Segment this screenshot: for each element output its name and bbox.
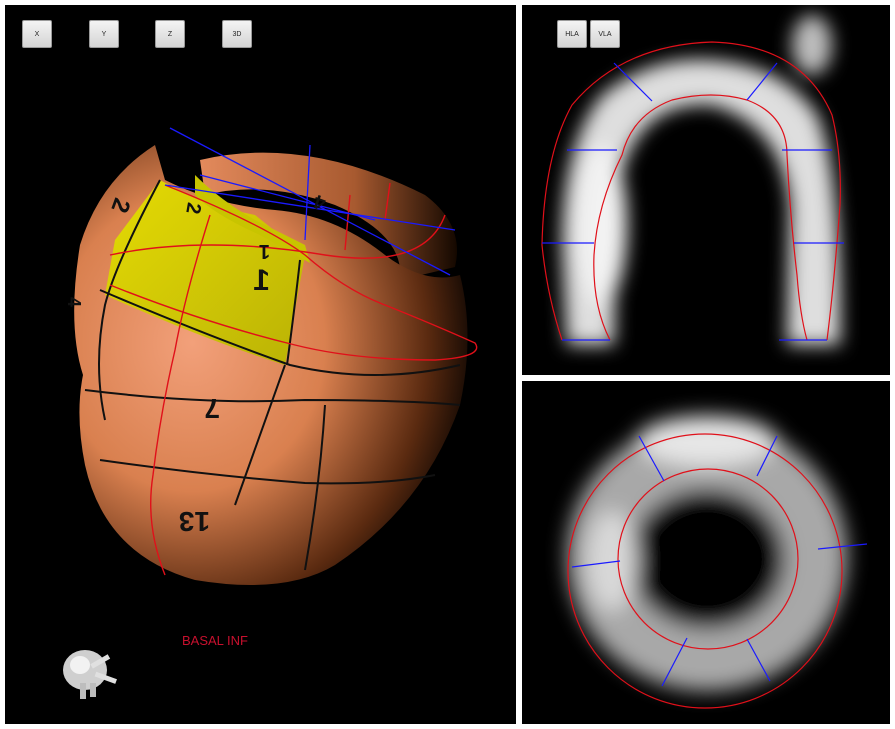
segment-number: 13 — [179, 506, 210, 537]
short-axis-slice-viewport[interactable] — [522, 381, 890, 724]
view-y-button[interactable]: Y — [89, 20, 119, 48]
view-x-button[interactable]: X — [22, 20, 52, 48]
long-axis-slice-viewport[interactable]: HLA VLA — [522, 5, 890, 375]
segment-number: 4 — [64, 297, 84, 307]
hla-button[interactable]: HLA — [557, 20, 587, 48]
3d-heart-model[interactable]: 1 2 2 4 4 1 7 13 — [5, 5, 516, 724]
segment-number: 1 — [253, 264, 270, 297]
vla-button[interactable]: VLA — [590, 20, 620, 48]
orientation-figure-icon — [63, 650, 117, 699]
segment-name-label: BASAL INF — [182, 633, 248, 648]
long-axis-slice-image — [541, 15, 844, 345]
segment-number: 7 — [204, 393, 220, 424]
view-z-button[interactable]: Z — [155, 20, 185, 48]
3d-viewport[interactable]: 1 2 2 4 4 1 7 13 X Y Z 3D BASAL INF — [5, 5, 516, 724]
short-axis-slice-image — [567, 416, 868, 709]
segment-number: 1 — [259, 240, 270, 262]
view-3d-button[interactable]: 3D — [222, 20, 252, 48]
